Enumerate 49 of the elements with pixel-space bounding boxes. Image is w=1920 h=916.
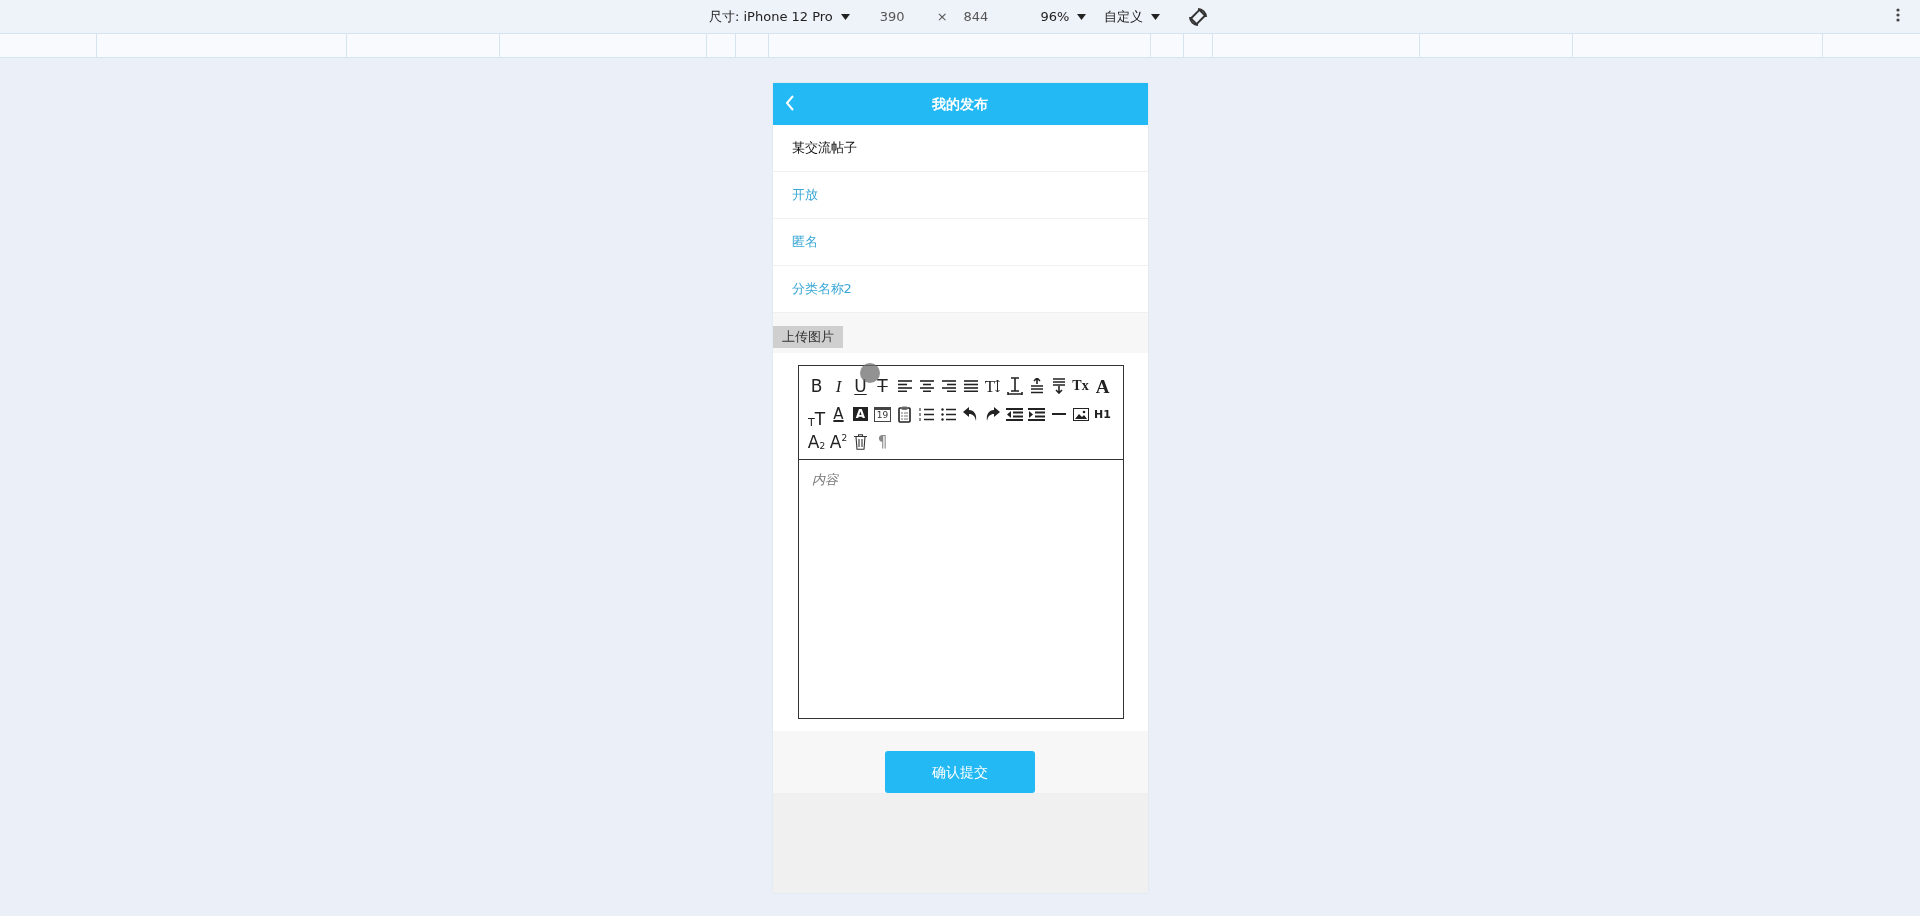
title-field[interactable]: 某交流帖子 [772, 125, 1148, 171]
throttle-label: 自定义 [1104, 7, 1144, 26]
device-dropdown[interactable]: 尺寸: iPhone 12 Pro [709, 6, 850, 27]
spacing-up-icon [1029, 378, 1044, 394]
clipboard-icon [898, 405, 911, 423]
bullet-list-icon [941, 407, 956, 421]
content-field[interactable]: 内容 [797, 460, 1124, 719]
font-size-button[interactable]: TT [805, 400, 828, 428]
indent-icon [1028, 407, 1045, 421]
trash-icon [854, 434, 867, 450]
caret-icon [840, 13, 850, 20]
upload-button[interactable]: 上传图片 [772, 326, 843, 348]
undo-icon [963, 407, 978, 421]
throttle-dropdown[interactable]: 自定义 [1104, 6, 1161, 27]
horizontal-line-icon [1051, 412, 1066, 416]
redo-icon [985, 407, 1000, 421]
times-label: × [936, 7, 948, 26]
date-button[interactable]: 19 [871, 400, 894, 428]
back-color-button[interactable]: A [849, 400, 872, 428]
pilcrow-button[interactable]: ¶ [871, 428, 894, 456]
zoom-label: 96% [1040, 7, 1070, 26]
spacing-down-icon [1051, 378, 1066, 394]
caret-icon [1151, 13, 1161, 20]
subscript-button[interactable]: A2 [805, 428, 828, 456]
device-label: 尺寸: iPhone 12 Pro [709, 7, 833, 26]
font-button[interactable]: A [1091, 372, 1114, 400]
rotate-icon[interactable] [1188, 6, 1209, 27]
heading-button[interactable]: H1 [1091, 400, 1114, 428]
line-height-button[interactable]: T [981, 372, 1004, 400]
align-left-icon [897, 380, 912, 392]
more-icon[interactable] [1896, 8, 1900, 22]
zoom-dropdown[interactable]: 96% [1040, 6, 1087, 27]
align-center-icon [919, 380, 934, 392]
height-field[interactable]: 844 [963, 6, 989, 27]
align-right-icon [941, 380, 956, 392]
page-title: 我的发布 [932, 94, 988, 114]
italic-button[interactable]: I [827, 372, 850, 400]
outdent-icon [1006, 407, 1023, 421]
strikethrough-button[interactable]: T [871, 372, 894, 400]
letter-spacing-icon [1006, 377, 1023, 395]
justify-icon [963, 380, 978, 392]
width-field[interactable]: 390 [879, 6, 905, 27]
arrows-icon [995, 380, 1001, 392]
font-color-button[interactable]: A [827, 400, 850, 428]
image-icon [1072, 407, 1089, 421]
clear-format-button[interactable]: Tx [1069, 372, 1092, 400]
bold-button[interactable]: B [805, 372, 828, 400]
caret-icon [1077, 13, 1087, 20]
numbered-list-icon [919, 407, 934, 421]
